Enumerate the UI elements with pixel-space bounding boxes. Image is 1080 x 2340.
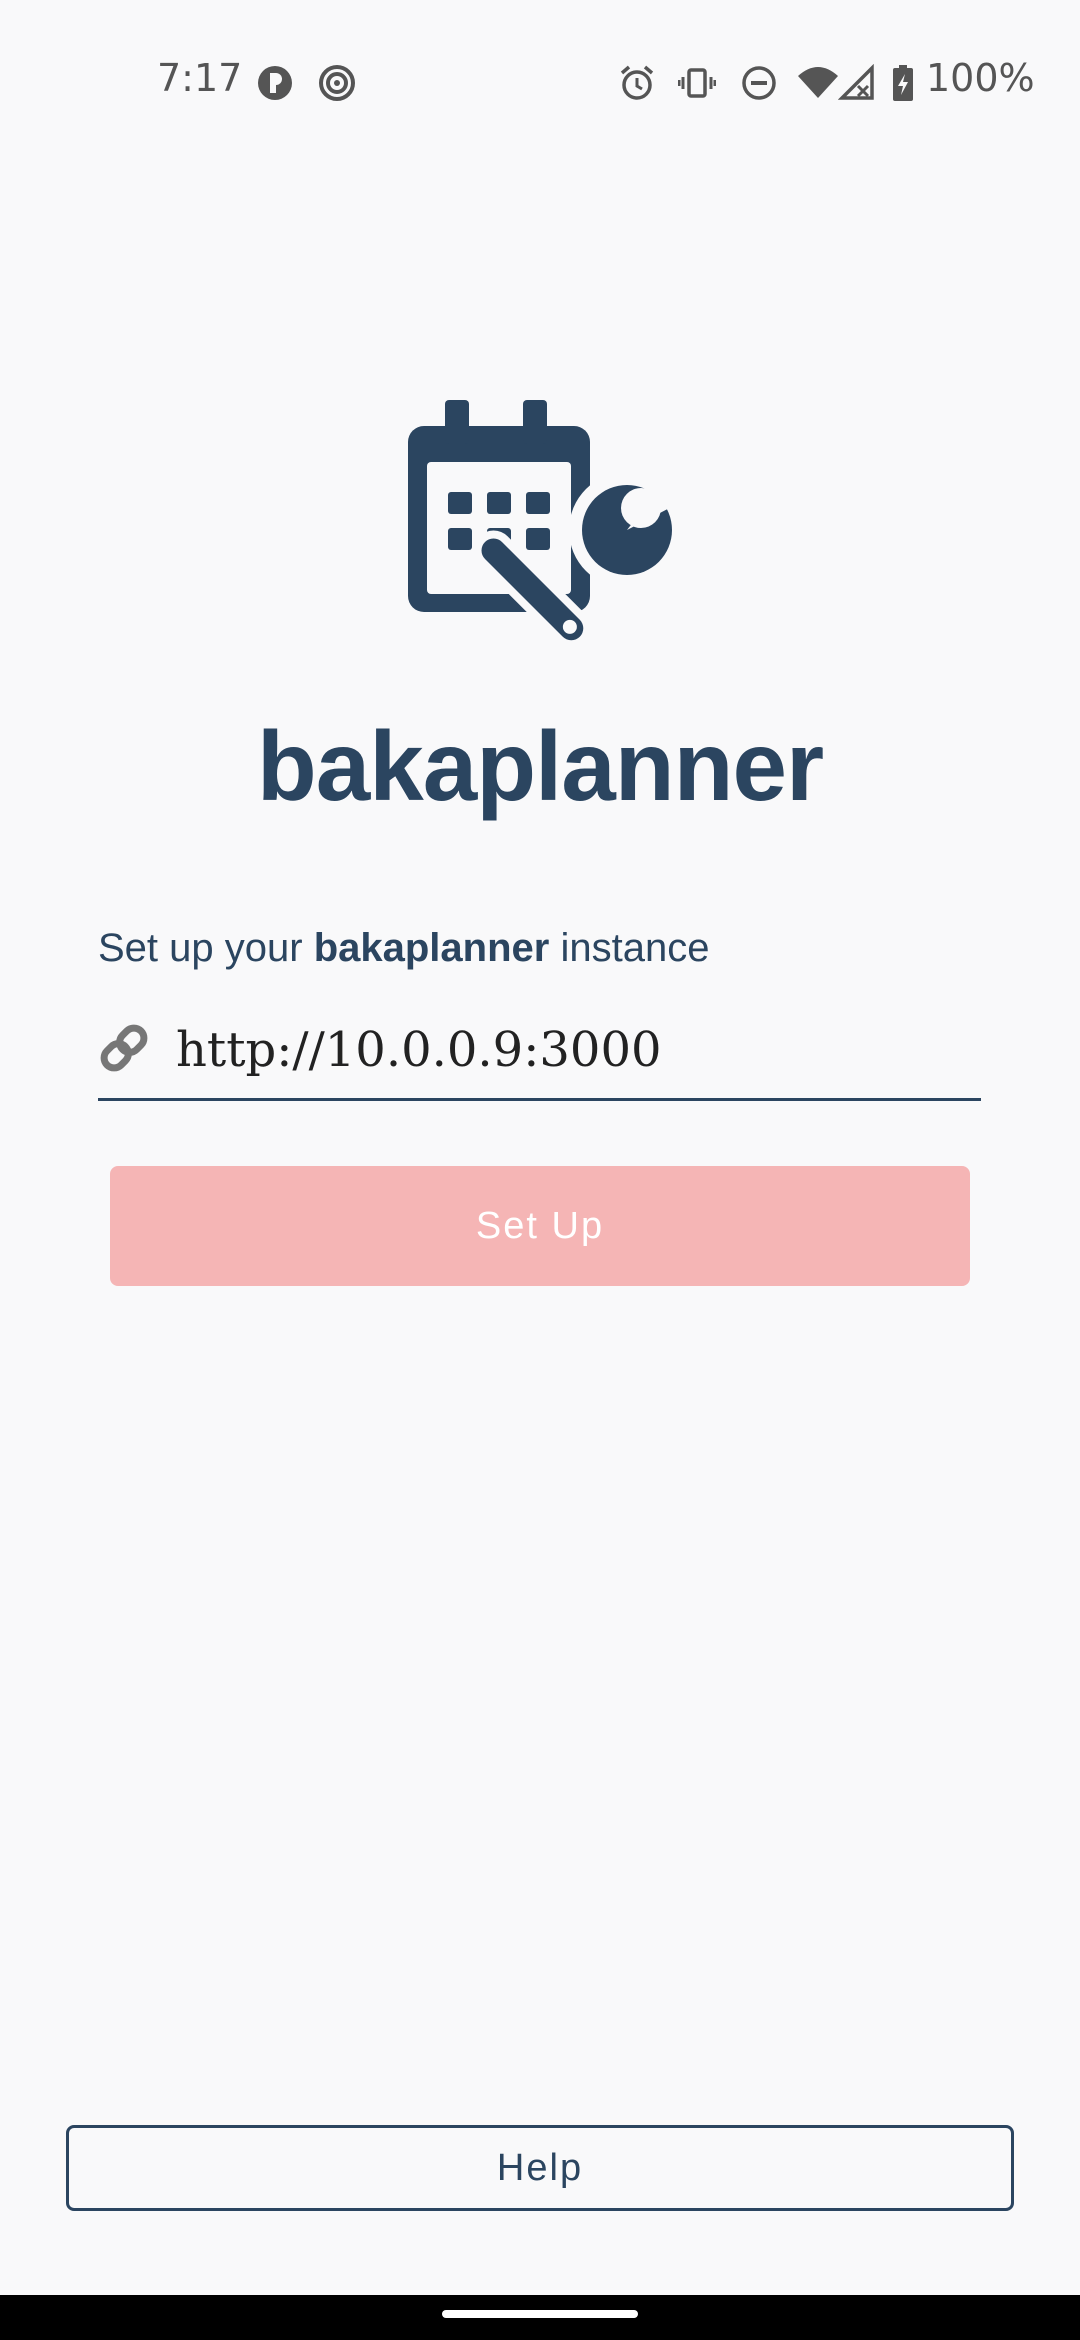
home-gesture-handle[interactable] bbox=[442, 2310, 638, 2318]
battery-percentage: 100% bbox=[926, 56, 1035, 100]
setup-instruction: Set up your bakaplanner instance bbox=[98, 926, 709, 971]
status-time: 7:17 bbox=[157, 56, 243, 100]
wifi-icon bbox=[798, 67, 838, 98]
link-icon bbox=[100, 1024, 148, 1072]
navigation-bar bbox=[0, 2295, 1080, 2340]
no-signal-icon bbox=[838, 64, 874, 100]
alarm-icon bbox=[620, 65, 654, 100]
status-bar: 7:17 100% bbox=[0, 0, 1080, 170]
vibrate-icon bbox=[678, 68, 716, 98]
radar-icon bbox=[319, 65, 355, 101]
instance-url-field[interactable] bbox=[98, 1010, 981, 1101]
instruction-prefix: Set up your bbox=[98, 926, 314, 970]
calendar-wrench-icon bbox=[408, 400, 680, 649]
app-notification-icon bbox=[258, 66, 292, 100]
help-button[interactable]: Help bbox=[66, 2125, 1014, 2211]
setup-button[interactable]: Set Up bbox=[110, 1166, 970, 1286]
app-name: bakaplanner bbox=[256, 711, 824, 821]
instruction-app-name: bakaplanner bbox=[313, 926, 550, 970]
do-not-disturb-icon bbox=[742, 66, 776, 100]
instance-url-input[interactable] bbox=[176, 1010, 966, 1090]
instruction-suffix: instance bbox=[549, 926, 710, 970]
battery-charging-icon bbox=[893, 65, 913, 101]
